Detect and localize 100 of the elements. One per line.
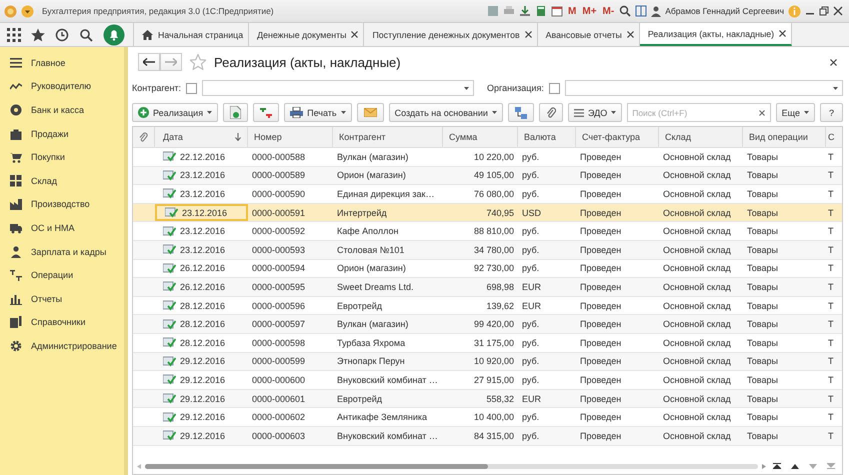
table-cell-text: 92 730,00: [472, 262, 515, 276]
page-up-icon[interactable]: [791, 464, 799, 468]
restore-icon[interactable]: [819, 6, 829, 16]
scrollbar-thumb[interactable]: [145, 464, 488, 468]
print-button[interactable]: Печать: [284, 103, 352, 122]
table-cell: 28.12.2016: [155, 334, 248, 352]
table-row[interactable]: 26.12.2016 0000-000594 Орион (магазин) 92 730,00 руб. Проведен Основной склад Товары Т: [133, 260, 842, 278]
tab[interactable]: Реализация (акты, накладные): [640, 23, 792, 46]
sidebar-item[interactable]: ОС и НМА: [0, 216, 124, 240]
sidebar-item[interactable]: Зарплата и кадры: [0, 240, 124, 264]
close-icon[interactable]: [830, 58, 837, 66]
bag-icon: [10, 128, 22, 140]
attach-button[interactable]: [538, 103, 563, 122]
download-icon[interactable]: [519, 5, 532, 17]
clear-icon[interactable]: [758, 110, 765, 116]
filter-label: Организация:: [487, 83, 544, 93]
sidebar-item[interactable]: Покупки: [0, 145, 124, 169]
bell-icon[interactable]: [103, 24, 125, 46]
filter-field[interactable]: [564, 80, 843, 96]
sidebar-item[interactable]: Операции: [0, 263, 124, 287]
posted-document-icon: [163, 262, 176, 274]
user-name[interactable]: Абрамов Геннадий Сергеевич: [665, 6, 784, 16]
email-button[interactable]: [356, 103, 384, 122]
close-icon[interactable]: [524, 31, 532, 38]
sidebar-item[interactable]: Руководителю: [0, 74, 124, 98]
scroll-right-icon[interactable]: [762, 464, 766, 468]
sidebar-item[interactable]: Справочники: [0, 310, 124, 334]
structure-button[interactable]: [508, 103, 534, 122]
sidebar-item[interactable]: Производство: [0, 192, 124, 216]
table-row[interactable]: 29.12.2016 0000-000601 Евротрейд 558,32 EUR Проведен Основной склад Товары Т: [133, 390, 842, 408]
sort-down-icon: [235, 133, 241, 141]
sidebar-item[interactable]: Склад: [0, 168, 124, 193]
table-cell-text: Основной склад: [662, 150, 732, 164]
star-icon[interactable]: [190, 54, 206, 70]
table-row[interactable]: 28.12.2016 0000-000597 Вулкан (магазин) 99 420,00 руб. Проведен Основной склад Товары Т: [133, 315, 842, 334]
postings-button[interactable]: [253, 103, 280, 122]
memory-button[interactable]: M-: [602, 6, 616, 16]
filter-field[interactable]: [202, 80, 474, 96]
panels-icon[interactable]: [635, 5, 648, 17]
sidebar-item[interactable]: Продажи: [0, 122, 124, 146]
table-cell-text: Проведен: [579, 430, 622, 443]
table-row[interactable]: 29.12.2016 0000-000603 Внуковский комбинат … 84 315,00 руб. Проведен Основной склад Товары Т: [133, 426, 842, 446]
calculator-icon[interactable]: [535, 5, 548, 17]
table-cell: 29.12.2016: [155, 371, 248, 389]
close-icon[interactable]: [833, 6, 843, 16]
cart-icon: [10, 151, 22, 164]
column-header[interactable]: Валюта: [518, 127, 576, 147]
filter-checkbox[interactable]: [186, 82, 198, 94]
table-row[interactable]: 23.12.2016 0000-000593 Столовая №101 34 780,00 руб. Проведен Основной склад Товары Т: [133, 240, 842, 260]
edo-button[interactable]: ЭДО: [568, 103, 622, 122]
document-button[interactable]: [223, 103, 248, 122]
table-cell-text: Товары: [746, 336, 779, 350]
posted-document-icon: [163, 337, 176, 348]
table-row[interactable]: 23.12.2016 0000-000589 Орион (магазин) 49 105,00 руб. Проведен Основной склад Товары Т: [133, 166, 842, 186]
table-cell-text: Проведен: [579, 355, 622, 368]
memory-button[interactable]: M+: [581, 6, 598, 16]
memory-button[interactable]: M: [567, 6, 578, 16]
column-header[interactable]: Дата: [155, 127, 248, 147]
create-based-on-button[interactable]: Создать на основании: [388, 103, 503, 122]
star-icon[interactable]: [31, 28, 45, 42]
back-button[interactable]: [138, 53, 160, 71]
column-header[interactable]: Склад: [659, 127, 743, 147]
close-icon[interactable]: [779, 30, 786, 37]
column-header[interactable]: Вид операции: [743, 127, 826, 147]
more-button[interactable]: Еще: [776, 103, 815, 122]
table-cell-text: Вулкан (магазин): [336, 318, 410, 332]
column-header[interactable]: Номер: [248, 127, 333, 147]
table-row[interactable]: 23.12.2016 0000-000591 Интертрейд 740,95 USD Проведен Основной склад Товары Т: [133, 204, 842, 222]
apps-grid-icon[interactable]: [7, 28, 21, 42]
sidebar-item[interactable]: Главное: [0, 51, 124, 75]
sidebar-item[interactable]: Администрирование: [0, 334, 124, 358]
posted-document-icon: [165, 207, 178, 218]
last-page-icon[interactable]: [827, 463, 835, 469]
column-header[interactable]: Счет-фактура: [576, 127, 659, 147]
sidebar-item[interactable]: Отчеты: [0, 286, 124, 311]
table-row[interactable]: 26.12.2016 0000-000595 Sweet Dreams Ltd. 698,98 EUR Проведен Основной склад Товары Т: [133, 278, 842, 297]
search-field[interactable]: Поиск (Ctrl+F): [627, 103, 771, 122]
filter-checkbox[interactable]: [548, 82, 560, 94]
sidebar-item[interactable]: Банк и касса: [0, 98, 124, 122]
column-header[interactable]: Контрагент: [333, 127, 443, 147]
table-cell-text: руб.: [521, 150, 540, 164]
table-cell-text: 34 780,00: [472, 244, 515, 257]
first-page-icon[interactable]: [773, 463, 781, 469]
zoom-icon[interactable]: [619, 5, 632, 17]
help-button[interactable]: ?: [820, 103, 843, 122]
close-icon[interactable]: [626, 31, 634, 38]
table-cell-text: Столовая №101: [336, 244, 406, 257]
column-header[interactable]: Сумма: [443, 127, 518, 147]
table-cell-text: Товары: [746, 206, 779, 220]
search-icon[interactable]: [79, 28, 93, 42]
create-button[interactable]: Реализация: [132, 103, 218, 122]
table-row[interactable]: 29.12.2016 0000-000599 Этнопарк Перун 10 920,00 руб. Проведен Основной склад Товары Т: [133, 352, 842, 372]
history-icon[interactable]: [55, 28, 69, 42]
calendar-icon[interactable]: [551, 5, 564, 17]
close-icon[interactable]: [351, 31, 358, 38]
dropdown-icon[interactable]: [21, 4, 34, 18]
table-cell-text: руб.: [521, 374, 540, 387]
column-header[interactable]: С: [826, 127, 838, 147]
table-cell-text: 27 915,00: [472, 374, 515, 387]
tab[interactable]: Авансовые отчеты: [538, 23, 640, 46]
